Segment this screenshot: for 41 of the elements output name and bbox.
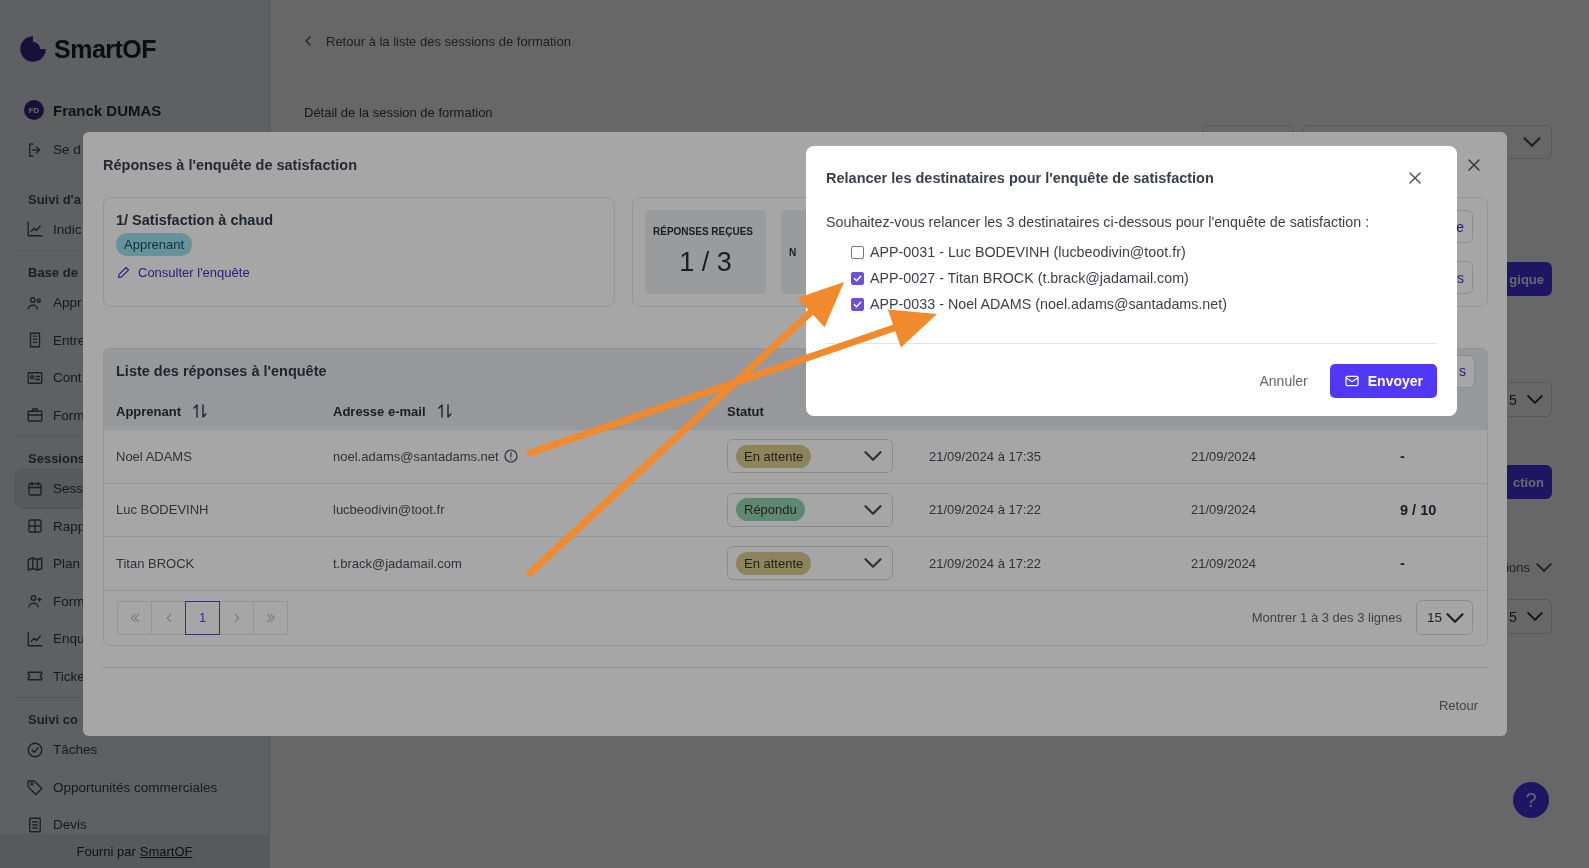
column-header: Statut — [727, 403, 765, 419]
table-cell-text: 9 / 10 — [1400, 501, 1438, 518]
status-tag: En attente — [736, 444, 812, 468]
table-cell-text: 21/09/2024 à 17:35 — [929, 448, 1043, 464]
stat-label: N — [789, 246, 797, 258]
section-title: Sessions — [28, 450, 86, 468]
table-cell-text: 21/09/2024 à 17:22 — [929, 555, 1043, 571]
table-title: Liste des réponses à l'enquête — [116, 363, 327, 379]
table-cell: noel.adams@santadams.net — [333, 448, 499, 464]
recipient-label: APP-0031 - Luc BODEVINH (lucbeodivin@toot.fr) — [870, 244, 1186, 260]
table-cell-text: - — [1400, 555, 1406, 572]
section-title: Base de — [28, 264, 78, 282]
stat-value: 1 / 3 — [679, 247, 732, 278]
user-avatar: FD — [24, 100, 44, 120]
table-cell-text: 21/09/2024 — [1191, 555, 1258, 571]
table-cell-text: Noel ADAMS — [116, 448, 193, 464]
stat-label: RÉPONSES REÇUES — [653, 226, 754, 237]
table-cell-text: Luc BODEVINH — [116, 502, 210, 518]
table-cell-text: 21/09/2024 — [1191, 502, 1258, 518]
dialog-message: Souhaitez-vous relancer les 3 destinataires ci-dessous pour l'enquête de satisfaction : — [826, 214, 1371, 230]
user-name: Franck DUMAS — [53, 101, 162, 119]
section-title: Suivi co — [28, 711, 78, 729]
table-cell: lucbeodivin@toot.fr — [333, 502, 445, 518]
table-cell: t.brack@jadamail.com — [333, 555, 462, 571]
status-tag: Répondu — [736, 498, 805, 522]
survey-title: 1/ Satisfaction à chaud — [116, 212, 274, 228]
footer-text: Fourni par — [76, 843, 136, 859]
status-tag: En attente — [736, 551, 812, 575]
section-label: Détail de la session de formation — [304, 105, 494, 120]
table-cell-text: Titan BROCK — [116, 555, 196, 571]
dialog-title: Relancer les destinataires pour l'enquête de satisfaction — [826, 170, 1214, 186]
table-cell-text: - — [1400, 448, 1406, 465]
pagination-summary: Montrer 1 à 3 des 3 lignes — [1251, 610, 1402, 625]
recipient-label: APP-0033 - Noel ADAMS (noel.adams@santadams.net) — [870, 296, 1227, 312]
modal-title: Réponses à l'enquête de satisfaction — [103, 156, 358, 173]
recipient-label: APP-0027 - Titan BROCK (t.brack@jadamail.com) — [870, 270, 1189, 286]
section-title: Suivi d'a — [28, 190, 81, 209]
logo-text: SmartOF — [54, 34, 157, 64]
audience-tag: Apprenant — [116, 233, 192, 256]
table-cell-text: 21/09/2024 à 17:22 — [929, 502, 1043, 518]
table-cell-text: 21/09/2024 — [1191, 448, 1258, 464]
